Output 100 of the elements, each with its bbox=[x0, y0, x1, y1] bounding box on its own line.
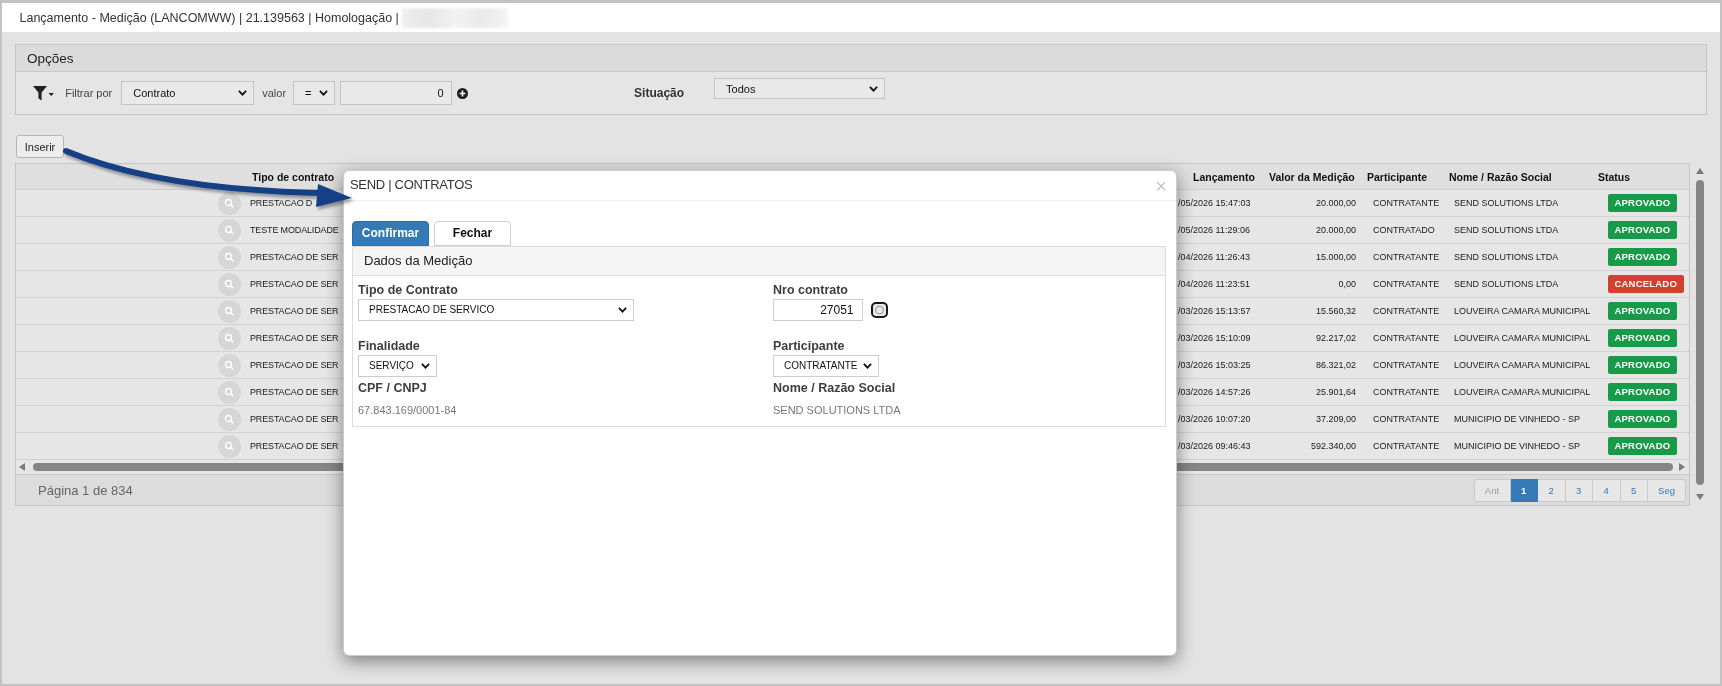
field-label: Finalidade bbox=[358, 337, 420, 354]
table-cell: /03/2026 15:10:09 bbox=[1178, 333, 1251, 343]
status-filter-label: Situação bbox=[634, 86, 685, 100]
table-cell: MUNICIPIO DE VINHEDO - SP bbox=[1454, 441, 1580, 451]
status-badge: APROVADO bbox=[1608, 356, 1677, 374]
table-cell: 86.321,02 bbox=[1315, 360, 1356, 370]
status-dropdown[interactable]: Todos bbox=[714, 78, 885, 99]
scroll-left-icon[interactable] bbox=[19, 463, 25, 471]
page-summary: Página 1 de 834 bbox=[38, 482, 133, 498]
status-badge: APROVADO bbox=[1608, 329, 1677, 347]
table-cell: PRESTACAO DE SER bbox=[250, 279, 339, 289]
table-cell: /03/2026 15:13:57 bbox=[1178, 306, 1251, 316]
table-cell: 25.901,64 bbox=[1315, 387, 1356, 397]
page-button[interactable]: 2 bbox=[1538, 478, 1566, 502]
table-cell: 15.000,00 bbox=[1315, 252, 1356, 262]
window-title: Lançamento - Medição (LANCOMWW) | 21.139563 | Homologação | bbox=[19, 10, 399, 25]
status-badge: APROVADO bbox=[1608, 194, 1677, 212]
table-cell: LOUVEIRA CAMARA MUNICIPAL bbox=[1454, 360, 1591, 370]
status-badge: APROVADO bbox=[1608, 248, 1677, 266]
table-cell: /03/2026 10:07:20 bbox=[1178, 414, 1251, 424]
table-cell: TESTE MODALIDADE bbox=[250, 225, 339, 235]
column-header: Nome / Razão Social bbox=[1449, 170, 1552, 183]
table-cell: PRESTACAO DE SER bbox=[250, 441, 339, 451]
table-cell: MUNICIPIO DE VINHEDO - SP bbox=[1454, 414, 1580, 424]
close-dialog-button[interactable]: Fechar bbox=[434, 220, 511, 246]
table-cell: SEND SOLUTIONS LTDA bbox=[1454, 252, 1559, 262]
field-label: Nro contrato bbox=[773, 281, 848, 298]
filter-label: Filtrar por bbox=[65, 87, 113, 99]
field-label: Participante bbox=[773, 337, 845, 354]
table-cell: /05/2026 15:47:03 bbox=[1178, 198, 1251, 208]
add-icon[interactable] bbox=[457, 87, 469, 99]
table-cell: CONTRATANTE bbox=[1373, 387, 1440, 397]
table-cell: LOUVEIRA CAMARA MUNICIPAL bbox=[1454, 387, 1591, 397]
table-cell: CONTRATANTE bbox=[1373, 360, 1440, 370]
table-cell: PRESTACAO DE SER bbox=[250, 387, 339, 397]
field-value: 67.843.169/0001-84 bbox=[358, 402, 457, 418]
panel-title: Opções bbox=[27, 50, 74, 66]
column-header: Lançamento bbox=[1193, 170, 1255, 183]
page-button[interactable]: 3 bbox=[1565, 478, 1593, 502]
search-icon[interactable] bbox=[871, 301, 888, 318]
table-cell: LOUVEIRA CAMARA MUNICIPAL bbox=[1454, 306, 1591, 316]
status-badge: APROVADO bbox=[1608, 437, 1677, 455]
filter-field-dropdown[interactable]: Contrato bbox=[121, 81, 255, 105]
table-cell: /04/2026 11:23:51 bbox=[1178, 279, 1250, 289]
table-cell: SEND SOLUTIONS LTDA bbox=[1454, 279, 1559, 289]
table-cell: PRESTACAO DE SER bbox=[250, 414, 339, 424]
value-input[interactable]: 0 bbox=[340, 81, 452, 105]
scroll-up-icon[interactable] bbox=[1696, 168, 1704, 174]
table-cell: PRESTACAO DE SER bbox=[250, 252, 339, 262]
table-cell: 15.560,32 bbox=[1315, 306, 1356, 316]
table-cell: /03/2026 09:46:43 bbox=[1178, 441, 1251, 451]
status-badge: APROVADO bbox=[1608, 383, 1677, 401]
dropdown[interactable]: PRESTACAO DE SERVICO bbox=[358, 298, 634, 321]
field-value: SEND SOLUTIONS LTDA bbox=[773, 402, 901, 418]
table-cell: /04/2026 11:26:43 bbox=[1178, 252, 1250, 262]
value-label: valor bbox=[262, 87, 287, 99]
column-header: Tipo de contrato bbox=[252, 170, 335, 183]
table-cell: SEND SOLUTIONS LTDA bbox=[1454, 225, 1559, 235]
table-cell: PRESTACAO DE SER bbox=[250, 333, 339, 343]
scroll-down-icon[interactable] bbox=[1696, 494, 1704, 500]
table-cell: PRESTACAO D bbox=[250, 198, 313, 208]
next-page-button[interactable]: Seg bbox=[1648, 478, 1686, 502]
page-button[interactable]: 4 bbox=[1593, 478, 1621, 502]
scrollbar-thumb[interactable] bbox=[1696, 180, 1704, 485]
chevron-down-icon bbox=[420, 362, 430, 369]
field-label: Nome / Razão Social bbox=[773, 379, 896, 396]
modal-title: SEND | CONTRATOS bbox=[350, 176, 473, 192]
field-label: Tipo de Contrato bbox=[358, 281, 458, 298]
table-cell: /05/2026 11:29:06 bbox=[1178, 225, 1250, 235]
field-label: CPF / CNPJ bbox=[358, 379, 427, 396]
table-cell: CONTRATANTE bbox=[1373, 279, 1440, 289]
chevron-down-icon bbox=[238, 90, 248, 96]
column-header: Participante bbox=[1367, 170, 1428, 183]
table-cell: CONTRATANTE bbox=[1373, 441, 1440, 451]
filter-icon[interactable] bbox=[32, 85, 54, 101]
chevron-down-icon bbox=[868, 85, 878, 92]
scroll-right-icon[interactable] bbox=[1679, 463, 1685, 471]
table-cell: /03/2026 14:57:26 bbox=[1178, 387, 1251, 397]
status-badge: CANCELADO bbox=[1608, 275, 1684, 293]
table-cell: 92.217,02 bbox=[1315, 333, 1356, 343]
table-cell: CONTRATANTE bbox=[1373, 198, 1440, 208]
chevron-down-icon bbox=[618, 306, 627, 313]
table-cell: SEND SOLUTIONS LTDA bbox=[1454, 198, 1559, 208]
dropdown[interactable]: SERVIÇO bbox=[358, 354, 437, 377]
table-cell: 20.000,00 bbox=[1315, 225, 1356, 235]
page-button[interactable]: 5 bbox=[1620, 478, 1648, 502]
status-badge: APROVADO bbox=[1608, 302, 1677, 320]
dropdown[interactable]: CONTRATANTE bbox=[773, 354, 879, 377]
operator-dropdown[interactable]: = bbox=[293, 81, 335, 105]
status-badge: APROVADO bbox=[1608, 221, 1677, 239]
table-cell: 0,00 bbox=[1338, 279, 1356, 289]
input-field[interactable]: 27051 bbox=[773, 298, 863, 321]
chevron-down-icon bbox=[318, 90, 328, 96]
confirm-button[interactable]: Confirmar bbox=[352, 220, 429, 246]
chevron-down-icon bbox=[862, 362, 872, 369]
column-header: Valor da Medição bbox=[1269, 170, 1355, 183]
page-button[interactable]: 1 bbox=[1510, 478, 1538, 502]
insert-button[interactable]: Inserir bbox=[16, 135, 64, 158]
table-cell: 592.340,00 bbox=[1310, 441, 1356, 451]
section-title: Dados da Medição bbox=[364, 253, 473, 268]
